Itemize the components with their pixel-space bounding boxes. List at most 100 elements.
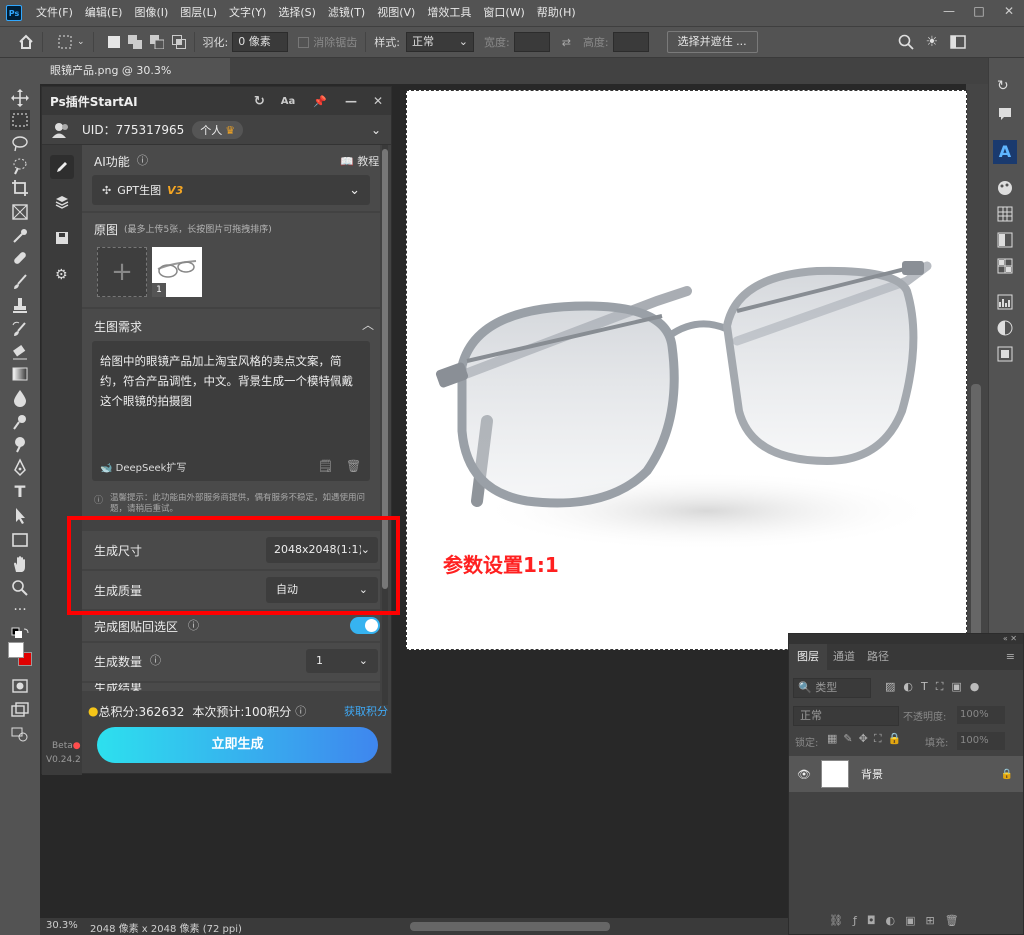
chevron-up-icon[interactable]: ︿ [362, 316, 374, 333]
close-icon[interactable]: ✕ [373, 94, 383, 108]
layer-filter-select[interactable]: 🔍 类型 [793, 678, 871, 698]
zoom-tool-icon[interactable] [10, 578, 30, 598]
palette-icon[interactable] [997, 180, 1013, 196]
pin-icon[interactable]: 📌 [313, 95, 327, 108]
chevron-down-icon[interactable]: ⌄ [371, 123, 381, 137]
lightbulb-icon[interactable]: ☀ [926, 34, 939, 50]
document-tab[interactable]: 眼镜产品.png @ 30.3%(RGB/8#) * × [40, 58, 230, 103]
search-icon[interactable] [898, 34, 914, 50]
properties-icon[interactable] [997, 346, 1013, 362]
close-window-button[interactable]: ✕ [994, 0, 1024, 22]
layers-icon[interactable] [55, 195, 69, 209]
menu-select[interactable]: 选择(S) [272, 0, 322, 26]
lock-icons[interactable]: ▦✎✥⛶🔒 [827, 732, 907, 746]
tab-channels[interactable]: 通道 [827, 644, 861, 670]
subtract-selection-icon[interactable] [149, 35, 164, 49]
hand-tool-icon[interactable] [10, 554, 30, 574]
save-icon[interactable] [55, 231, 69, 245]
antialias-checkbox[interactable] [298, 36, 310, 48]
home-icon[interactable] [18, 34, 34, 50]
crop-tool-icon[interactable] [10, 178, 30, 198]
blur-tool-icon[interactable] [10, 388, 30, 408]
menu-view[interactable]: 视图(V) [371, 0, 421, 26]
source-thumbnail[interactable]: 1 [152, 247, 202, 297]
stamp-tool-icon[interactable] [10, 296, 30, 316]
menu-window[interactable]: 窗口(W) [477, 0, 530, 26]
maximize-window-button[interactable]: □ [964, 0, 994, 22]
menu-help[interactable]: 帮助(H) [531, 0, 582, 26]
history-brush-tool-icon[interactable] [10, 320, 30, 340]
rectangle-tool-icon[interactable] [10, 530, 30, 550]
select-and-mask-button[interactable]: 选择并遮住 ... [666, 31, 758, 53]
layer-filter-icons[interactable]: ▨◐T⛶▣● [885, 680, 987, 694]
brush-tool-icon[interactable] [10, 272, 30, 292]
panel-menu-icon[interactable]: ≡ [1006, 644, 1023, 670]
rect-marquee-tool-icon[interactable] [10, 110, 30, 130]
gear-icon[interactable]: ⚙ [55, 267, 68, 283]
menu-edit[interactable]: 编辑(E) [79, 0, 129, 26]
menu-filter[interactable]: 滤镜(T) [322, 0, 371, 26]
menu-type[interactable]: 文字(Y) [223, 0, 272, 26]
deepseek-expand-button[interactable]: 🐋 DeepSeek扩写 [100, 459, 186, 474]
comment-icon[interactable] [997, 106, 1013, 122]
tab-layers[interactable]: 图层 [789, 644, 827, 670]
plan-badge[interactable]: 个人 ♛ [192, 120, 244, 139]
upload-image-button[interactable]: + [97, 247, 147, 297]
plugin-icon[interactable] [10, 724, 30, 744]
eyedropper-tool-icon[interactable] [10, 226, 30, 246]
menu-layer[interactable]: 图层(L) [174, 0, 223, 26]
opacity-input[interactable]: 100% [957, 706, 1005, 724]
add-selection-icon[interactable] [127, 35, 142, 49]
style-select[interactable]: 正常 ⌄ [405, 32, 474, 52]
layer-actions[interactable]: ⛓ƒ◘◐▣⊞🗑 [829, 914, 969, 927]
width-input[interactable] [513, 32, 550, 52]
menu-file[interactable]: 文件(F) [30, 0, 79, 26]
swatches-icon[interactable] [997, 206, 1013, 222]
fill-input[interactable]: 100% [957, 732, 1005, 750]
feather-input[interactable]: 0 像素 [232, 32, 289, 52]
zoom-level[interactable]: 30.3% [46, 920, 78, 931]
panel-collapse-bar[interactable]: « ✕ [789, 634, 1023, 644]
generate-button[interactable]: 立即生成 [97, 727, 378, 763]
gradients-icon[interactable] [997, 232, 1013, 248]
horizontal-scrollbar-thumb[interactable] [410, 922, 610, 931]
menu-image[interactable]: 图像(I) [128, 0, 174, 26]
adjustments-icon[interactable] [997, 320, 1013, 336]
eye-icon[interactable]: 👁 [797, 768, 811, 781]
quick-mask-icon[interactable] [10, 676, 30, 696]
foreground-color-swatch[interactable] [8, 642, 24, 658]
dodge-tool-icon[interactable] [10, 412, 30, 432]
document-info[interactable]: 2048 像素 x 2048 像素 (72 ppi) [90, 920, 242, 935]
histogram-icon[interactable] [997, 294, 1013, 310]
patterns-icon[interactable] [997, 258, 1013, 274]
tutorial-link[interactable]: 📖 教程 [340, 153, 379, 169]
eraser-tool-icon[interactable] [10, 342, 30, 362]
paste-back-toggle[interactable] [350, 617, 380, 634]
move-tool-icon[interactable] [10, 88, 30, 108]
count-select[interactable]: 1 ⌄ [306, 649, 378, 673]
tab-paths[interactable]: 路径 [861, 644, 895, 670]
color-swatches[interactable] [8, 642, 32, 668]
minimize-window-button[interactable]: — [934, 0, 964, 22]
refresh-icon[interactable]: ↻ [254, 94, 265, 109]
trash-icon[interactable]: 🗑 [346, 459, 361, 473]
prompt-textarea[interactable]: 给图中的眼镜产品加上淘宝风格的卖点文案，简约，符合产品调性，中文。背景生成一个模… [92, 341, 370, 481]
intersect-selection-icon[interactable] [171, 35, 186, 49]
info-icon[interactable]: ⓘ [295, 703, 306, 719]
type-tool-icon[interactable]: T [10, 482, 30, 502]
info-icon[interactable]: ⓘ [137, 152, 148, 168]
layer-row[interactable]: 👁 背景 🔒 [789, 756, 1023, 792]
quick-select-tool-icon[interactable] [10, 156, 30, 176]
more-tools-icon[interactable]: ··· [10, 602, 30, 622]
get-points-link[interactable]: 获取积分 [344, 703, 388, 719]
frame-tool-icon[interactable] [10, 202, 30, 222]
swap-icon[interactable]: ⇄ [562, 36, 571, 49]
marquee-icon[interactable] [57, 34, 73, 50]
panel-layout-icon[interactable] [950, 35, 966, 49]
blend-mode-select[interactable]: 正常 [793, 706, 899, 726]
screen-mode-icon[interactable] [10, 700, 30, 720]
new-selection-icon[interactable] [107, 36, 120, 48]
gradient-tool-icon[interactable] [10, 364, 30, 384]
sponge-tool-icon[interactable] [10, 434, 30, 454]
info-icon[interactable]: ⓘ [150, 652, 161, 668]
